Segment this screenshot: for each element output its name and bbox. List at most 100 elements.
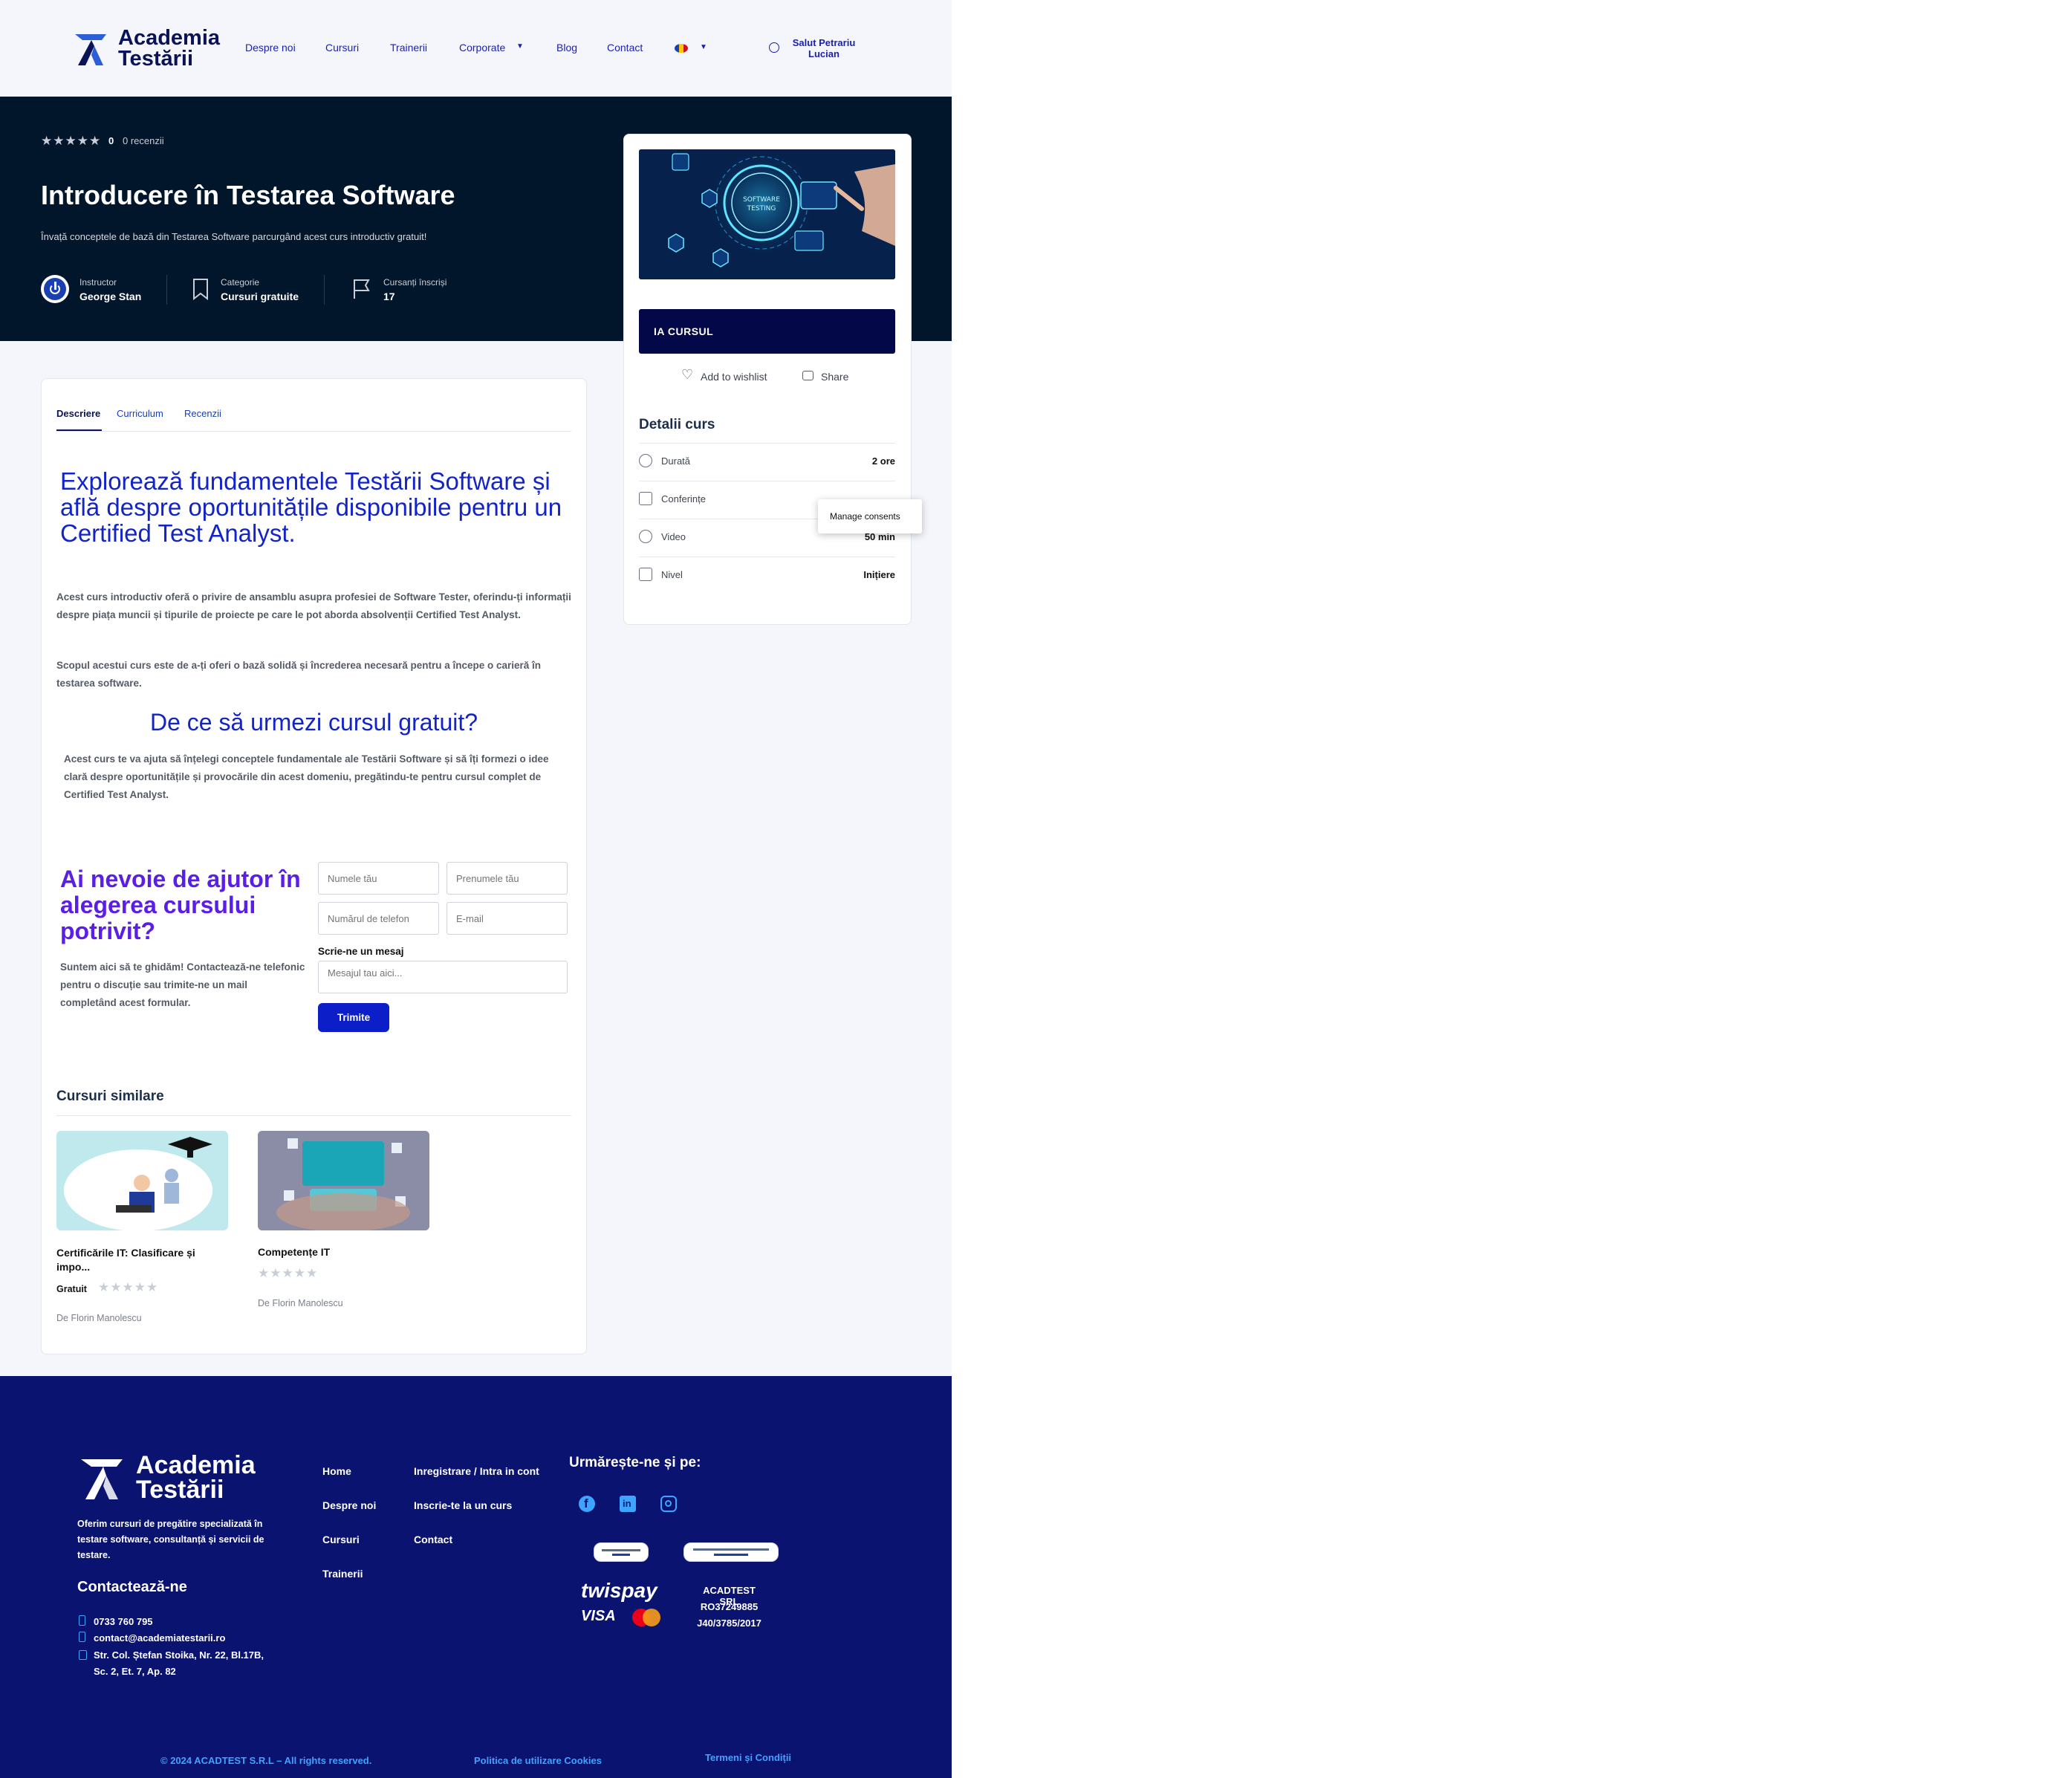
follow-heading: Urmărește-ne și pe: — [569, 1455, 701, 1470]
nav-cursuri[interactable]: Cursuri — [325, 42, 359, 53]
play-icon — [639, 530, 652, 543]
content-paragraph-1: Acest curs introductiv oferă o privire d… — [56, 591, 571, 620]
enroll-button[interactable]: IA CURSUL — [639, 309, 895, 354]
sol-badge-icon[interactable] — [683, 1542, 779, 1562]
course-content: Descriere Curriculum Recenzii Explorează… — [41, 378, 587, 1354]
tabs-divider — [56, 431, 571, 432]
course-card-image — [56, 1131, 228, 1230]
nav-trainerii[interactable]: Trainerii — [390, 42, 427, 53]
nav-blog[interactable]: Blog — [556, 42, 577, 53]
footer-link-despre-noi[interactable]: Despre noi — [322, 1499, 376, 1511]
submit-button[interactable]: Trimite — [318, 1003, 389, 1032]
detail-label: Video — [661, 531, 686, 542]
chevron-down-icon[interactable]: ▼ — [516, 42, 524, 51]
footer-link-home[interactable]: Home — [322, 1465, 351, 1477]
user-greeting-line2: Lucian — [808, 48, 839, 59]
bookmark-icon — [193, 279, 208, 300]
submit-label: Trimite — [337, 1012, 371, 1023]
footer-logo-line2: Testării — [136, 1476, 224, 1504]
name-input[interactable] — [318, 862, 439, 895]
footer-link-cursuri[interactable]: Cursuri — [322, 1534, 360, 1545]
logo-line1: Academia — [118, 26, 221, 50]
twispay-logo: twispay — [581, 1579, 657, 1602]
course-card-image — [258, 1131, 429, 1230]
footer-email[interactable]: contact@academiatestarii.ro — [94, 1632, 225, 1644]
footer-logo[interactable]: Academia Testării — [78, 1452, 271, 1505]
help-heading: Ai nevoie de ajutor în alegerea cursului… — [60, 866, 301, 944]
footer-phone[interactable]: 0733 760 795 — [94, 1616, 153, 1627]
wishlist-button[interactable]: ♡ Add to wishlist — [681, 367, 785, 384]
site-footer: Academia Testării Oferim cursuri de preg… — [0, 1376, 952, 1778]
rating-stars: ★★★★★ — [41, 134, 101, 149]
user-icon — [769, 42, 779, 53]
star-icon: ★★★★★ — [41, 134, 102, 148]
language-selector[interactable]: ▼ — [675, 42, 712, 54]
category-value[interactable]: Cursuri gratuite — [221, 291, 299, 302]
tab-recenzii[interactable]: Recenzii — [184, 407, 221, 421]
footer-link-register[interactable]: Inregistrare / Intra in cont — [414, 1465, 539, 1477]
footer-address-line2: Sc. 2, Et. 7, Ap. 82 — [94, 1666, 176, 1677]
tab-descriere[interactable]: Descriere — [56, 407, 100, 421]
detail-row-duration: Durată 2 ore — [639, 443, 895, 481]
user-account[interactable]: Salut Petrariu Lucian — [769, 37, 873, 62]
course-subtitle: Învață conceptele de bază din Testarea S… — [41, 231, 427, 242]
logo[interactable]: Academia Testării — [72, 27, 236, 71]
footer-about: Oferim cursuri de pregătire specializată… — [77, 1519, 264, 1560]
help-text: Suntem aici să te ghidăm! Contactează-ne… — [60, 961, 305, 1008]
course-card[interactable]: Competențe IT ★★★★★ De Florin Manolescu — [258, 1131, 429, 1317]
page: Academia Testării Despre noi Cursuri Tra… — [0, 0, 952, 1778]
book-icon — [639, 492, 652, 505]
cookies-link[interactable]: Politica de utilizare Cookies — [474, 1755, 602, 1766]
email-input[interactable] — [446, 902, 568, 935]
contact-heading: Contactează-ne — [77, 1579, 187, 1595]
company-vat: RO37249885 — [700, 1601, 759, 1612]
detail-value: 2 ore — [871, 455, 895, 467]
course-card-price: Gratuit — [56, 1284, 87, 1294]
flag-icon — [354, 279, 370, 299]
linkedin-icon[interactable]: in — [620, 1496, 636, 1512]
instructor-avatar[interactable] — [41, 275, 69, 303]
footer-link-contact[interactable]: Contact — [414, 1534, 452, 1545]
course-title: Introducere în Testarea Software — [41, 180, 455, 210]
tab-curriculum[interactable]: Curriculum — [117, 407, 163, 421]
footer-logo-line1: Academia — [136, 1451, 256, 1479]
address-icon — [79, 1650, 87, 1660]
logo-mark-icon — [75, 34, 106, 65]
footer-link-trainerii[interactable]: Trainerii — [322, 1568, 363, 1580]
heart-icon: ♡ — [681, 367, 694, 382]
content-paragraph-2: Scopul acestui curs este de a-ți oferi o… — [56, 660, 542, 689]
course-card-author: De Florin Manolescu — [56, 1313, 142, 1323]
firstname-input[interactable] — [446, 862, 568, 895]
detail-label: Conferințe — [661, 493, 706, 504]
star-icon: ★★★★★ — [258, 1266, 319, 1280]
rating-value: 0 — [108, 135, 114, 146]
terms-link[interactable]: Termeni și Condiții — [705, 1752, 791, 1763]
course-card-author: De Florin Manolescu — [258, 1298, 343, 1308]
content-heading: Explorează fundamentele Testării Softwar… — [60, 467, 562, 547]
company-registration: J40/3785/2017 — [697, 1618, 761, 1629]
tab-label: Curriculum — [117, 408, 163, 419]
footer-link-enroll[interactable]: Inscrie-te la un curs — [414, 1499, 512, 1511]
detail-label: Nivel — [661, 569, 683, 580]
user-greeting-line1: Salut Petrariu — [792, 37, 856, 48]
wishlist-label: Add to wishlist — [701, 371, 767, 383]
chevron-down-icon: ▼ — [700, 43, 707, 51]
flag-romania-icon — [675, 44, 688, 53]
share-button[interactable]: Share — [802, 369, 862, 384]
course-card[interactable]: Certificările IT: Clasificare și impo...… — [56, 1131, 228, 1331]
enrolled-value: 17 — [383, 291, 395, 302]
nav-corporate[interactable]: Corporate — [459, 42, 505, 53]
manage-consents-tooltip[interactable]: Manage consents — [818, 499, 922, 533]
nav-contact[interactable]: Contact — [607, 42, 643, 53]
anpc-badge-icon[interactable] — [594, 1542, 649, 1562]
instagram-icon[interactable] — [660, 1496, 677, 1512]
course-card-title: Competențe IT — [258, 1246, 331, 1258]
star-icon: ★★★★★ — [98, 1280, 159, 1294]
instructor-name[interactable]: George Stan — [79, 291, 141, 302]
divider — [324, 275, 325, 305]
nav-despre-noi[interactable]: Despre noi — [245, 42, 296, 53]
message-input[interactable] — [318, 961, 568, 993]
facebook-icon[interactable]: f — [579, 1496, 595, 1512]
logo-mark-icon — [81, 1459, 123, 1499]
phone-input[interactable] — [318, 902, 439, 935]
